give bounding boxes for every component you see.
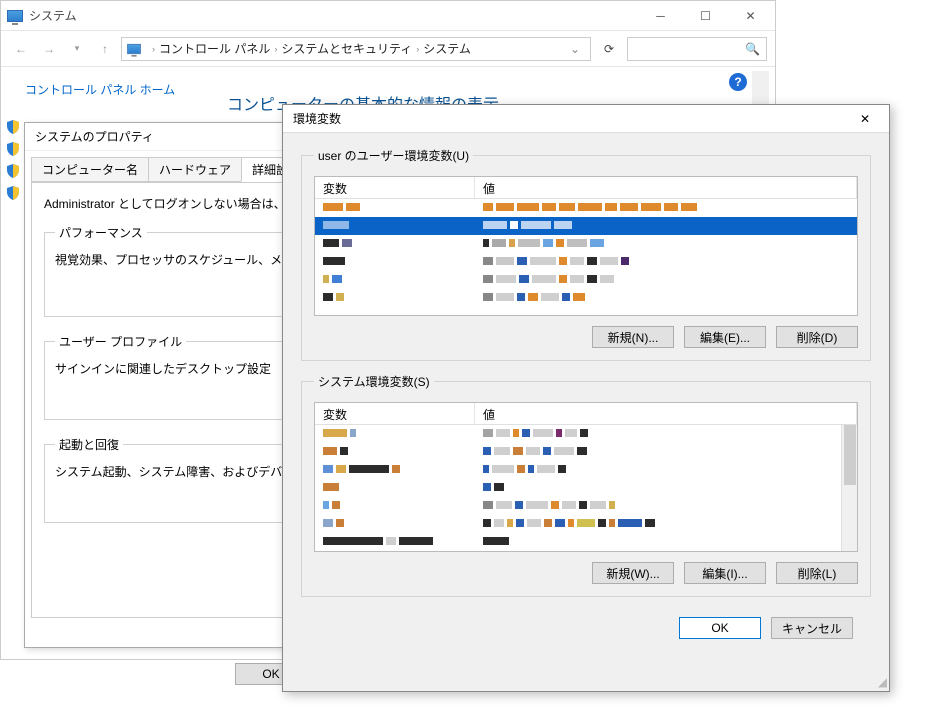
delete-user-var-button[interactable]: 削除(D): [776, 326, 858, 348]
system-title: システム: [29, 7, 638, 24]
back-button[interactable]: ←: [9, 37, 33, 61]
system-icon: [7, 10, 23, 22]
group-user-profiles-title: ユーザー プロファイル: [55, 333, 186, 350]
edit-user-var-button[interactable]: 編集(E)...: [684, 326, 766, 348]
column-value[interactable]: 値: [475, 403, 857, 424]
environment-variables-dialog: 環境変数 ✕ user のユーザー環境変数(U) 変数 値: [282, 104, 890, 692]
edit-sys-var-button[interactable]: 編集(I)...: [684, 562, 766, 584]
history-dropdown[interactable]: ▾: [65, 37, 89, 61]
nav-toolbar: ← → ▾ ↑ › コントロール パネル › システムとセキュリティ › システ…: [1, 31, 775, 67]
list-header: 変数 値: [315, 403, 857, 425]
address-dropdown[interactable]: ⌄: [564, 42, 586, 56]
list-row[interactable]: [315, 515, 857, 533]
column-variable[interactable]: 変数: [315, 177, 475, 198]
close-button[interactable]: ✕: [728, 1, 773, 31]
breadcrumb-item[interactable]: システム: [423, 40, 471, 57]
close-button[interactable]: ✕: [845, 105, 885, 133]
chevron-right-icon: ›: [152, 44, 155, 54]
maximize-button[interactable]: ☐: [683, 1, 728, 31]
forward-button[interactable]: →: [37, 37, 61, 61]
group-startup-recovery-title: 起動と回復: [55, 436, 123, 453]
shield-icon: [5, 141, 21, 157]
list-row[interactable]: [315, 443, 857, 461]
delete-sys-var-button[interactable]: 削除(L): [776, 562, 858, 584]
new-user-var-button[interactable]: 新規(N)...: [592, 326, 674, 348]
list-row[interactable]: [315, 199, 857, 217]
minimize-button[interactable]: ─: [638, 1, 683, 31]
env-titlebar: 環境変数 ✕: [283, 105, 889, 133]
system-variables-group: システム環境変数(S) 変数 値: [301, 373, 871, 597]
tab-hardware[interactable]: ハードウェア: [148, 157, 242, 182]
list-row[interactable]: [315, 271, 857, 289]
shield-icons: [5, 119, 21, 201]
breadcrumb-item[interactable]: コントロール パネル: [159, 40, 270, 57]
sidebar: コントロール パネル ホーム: [1, 67, 201, 106]
system-variables-list[interactable]: 変数 値: [314, 402, 858, 552]
refresh-button[interactable]: ⟳: [595, 37, 623, 61]
list-row[interactable]: [315, 253, 857, 271]
list-row[interactable]: [315, 425, 857, 443]
resize-grip[interactable]: ◢: [878, 675, 887, 689]
new-sys-var-button[interactable]: 新規(W)...: [592, 562, 674, 584]
user-variables-group: user のユーザー環境変数(U) 変数 値: [301, 147, 871, 361]
system-titlebar: システム ─ ☐ ✕: [1, 1, 775, 31]
list-row[interactable]: [315, 479, 857, 497]
search-input[interactable]: 🔍: [627, 37, 767, 61]
list-row[interactable]: [315, 289, 857, 307]
address-bar[interactable]: › コントロール パネル › システムとセキュリティ › システム ⌄: [121, 37, 591, 61]
search-icon: 🔍: [745, 42, 760, 56]
column-variable[interactable]: 変数: [315, 403, 475, 424]
list-row[interactable]: [315, 235, 857, 253]
breadcrumb-item[interactable]: システムとセキュリティ: [281, 40, 412, 57]
list-scrollbar[interactable]: [841, 425, 857, 551]
cancel-button[interactable]: キャンセル: [771, 617, 853, 639]
ok-button[interactable]: OK: [679, 617, 761, 639]
system-variables-legend: システム環境変数(S): [314, 373, 434, 390]
column-value[interactable]: 値: [475, 177, 857, 198]
chevron-right-icon: ›: [416, 44, 419, 54]
shield-icon: [5, 185, 21, 201]
list-row[interactable]: [315, 497, 857, 515]
list-row[interactable]: [315, 533, 857, 551]
chevron-right-icon: ›: [274, 44, 277, 54]
group-performance-title: パフォーマンス: [55, 224, 147, 241]
list-header: 変数 値: [315, 177, 857, 199]
up-button[interactable]: ↑: [93, 37, 117, 61]
shield-icon: [5, 163, 21, 179]
help-icon[interactable]: ?: [729, 73, 747, 91]
user-variables-list[interactable]: 変数 値: [314, 176, 858, 316]
user-variables-legend: user のユーザー環境変数(U): [314, 147, 473, 164]
address-icon: [127, 43, 141, 53]
env-title: 環境変数: [293, 110, 341, 127]
tab-computer-name[interactable]: コンピューター名: [31, 157, 149, 182]
shield-icon: [5, 119, 21, 135]
list-row[interactable]: [315, 461, 857, 479]
sidebar-link-home[interactable]: コントロール パネル ホーム: [25, 81, 189, 98]
list-row-selected[interactable]: [315, 217, 857, 235]
